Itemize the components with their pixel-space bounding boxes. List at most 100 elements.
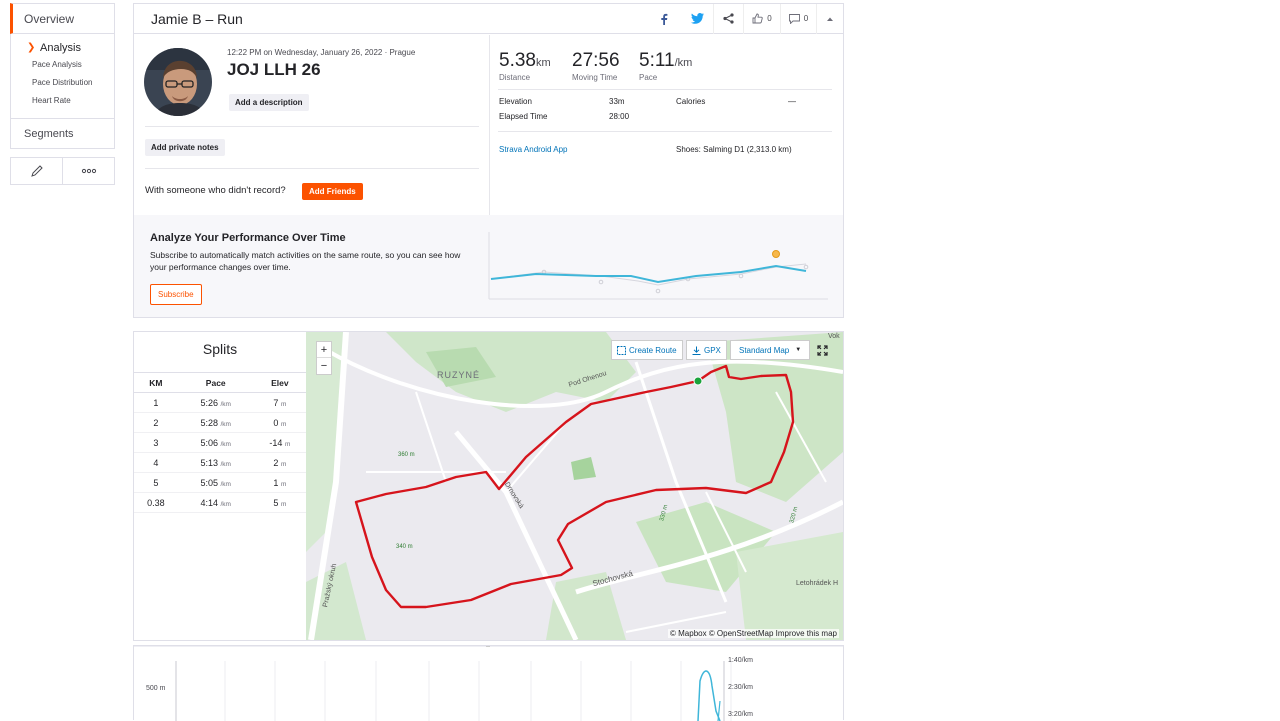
create-route-button[interactable]: Create Route bbox=[611, 340, 683, 360]
split-km: 5 bbox=[134, 472, 178, 493]
performance-text: Subscribe to automatically match activit… bbox=[150, 250, 461, 272]
add-friends-button[interactable]: Add Friends bbox=[302, 183, 363, 200]
add-private-notes-button[interactable]: Add private notes bbox=[145, 139, 225, 156]
table-row: 5 5:05 /km 1 m bbox=[134, 472, 306, 493]
split-pace-value: 5:05 bbox=[200, 477, 218, 488]
chevron-up-icon bbox=[827, 17, 833, 21]
activity-name: JOJ LLH 26 bbox=[227, 60, 321, 79]
stat-moving-time: 27:56 Moving Time bbox=[572, 50, 620, 82]
comment-count: 0 bbox=[803, 14, 809, 23]
divider bbox=[145, 126, 479, 127]
kudos-button[interactable]: 0 bbox=[743, 3, 780, 34]
avatar[interactable] bbox=[144, 48, 212, 116]
split-km: 2 bbox=[134, 412, 178, 433]
kudos-count: 0 bbox=[767, 14, 772, 23]
pace-unit: /km bbox=[674, 57, 693, 69]
sidebar-actions bbox=[10, 157, 115, 185]
facebook-icon bbox=[661, 13, 668, 25]
zoom-out-button[interactable]: − bbox=[317, 358, 331, 374]
edit-button[interactable] bbox=[11, 158, 62, 184]
split-pace-unit: /km bbox=[220, 440, 231, 448]
facebook-share-button[interactable] bbox=[647, 4, 681, 34]
twitter-icon bbox=[690, 13, 704, 24]
table-row: 0.38 4:14 /km 5 m bbox=[134, 492, 306, 513]
share-button[interactable] bbox=[713, 3, 743, 34]
moving-time-value: 27:56 bbox=[572, 50, 620, 71]
splits-table: KM Pace Elev 1 5:26 /km 7 m 2 5:28 /km 0… bbox=[134, 372, 306, 513]
performance-title: Analyze Your Performance Over Time bbox=[150, 232, 346, 244]
split-elev-value: 5 bbox=[273, 497, 279, 508]
split-pace: 5:28 /km bbox=[177, 412, 254, 433]
elapsed-time-label: Elapsed Time bbox=[499, 112, 548, 121]
sidebar: Overview ❯ Analysis Pace Analysis Pace D… bbox=[10, 3, 115, 185]
subscribe-button[interactable]: Subscribe bbox=[150, 284, 202, 305]
shoes-info: Shoes: Salming D1 (2,313.0 km) bbox=[676, 145, 792, 154]
split-pace-unit: /km bbox=[220, 460, 231, 468]
split-elev-value: 7 bbox=[273, 397, 279, 408]
more-actions-button[interactable] bbox=[62, 158, 114, 184]
sidebar-item-pace-distribution[interactable]: Pace Distribution bbox=[11, 74, 114, 92]
vertical-divider bbox=[489, 35, 490, 216]
chevron-down-icon: ▼ bbox=[795, 347, 802, 353]
splits-panel: Splits KM Pace Elev 1 5:26 /km 7 m 2 5:2… bbox=[134, 332, 306, 640]
distance-unit: km bbox=[535, 57, 551, 69]
twitter-share-button[interactable] bbox=[681, 4, 713, 34]
split-pace-value: 5:06 bbox=[200, 437, 218, 448]
map-label-letohradek: Letohrádek H bbox=[796, 580, 839, 587]
split-elev: 2 m bbox=[253, 452, 306, 473]
zoom-in-button[interactable]: + bbox=[317, 342, 331, 358]
sidebar-item-segments[interactable]: Segments bbox=[10, 119, 115, 149]
map-canvas[interactable] bbox=[306, 332, 843, 640]
split-elev: 5 m bbox=[253, 492, 306, 513]
gpx-label: GPX bbox=[704, 345, 721, 355]
split-elev-unit: m bbox=[280, 400, 287, 408]
elevation-value: 33m bbox=[609, 97, 625, 106]
performance-trend-chart bbox=[488, 232, 828, 300]
add-description-button[interactable]: Add a description bbox=[229, 94, 309, 111]
sidebar-item-pace-analysis[interactable]: Pace Analysis bbox=[11, 56, 114, 74]
divider bbox=[498, 131, 832, 132]
comment-button[interactable]: 0 bbox=[780, 3, 816, 34]
chevron-right-icon: ❯ bbox=[27, 42, 36, 53]
sidebar-item-heart-rate[interactable]: Heart Rate bbox=[11, 92, 114, 110]
activity-datetime: 12:22 PM on Wednesday, January 26, 2022 … bbox=[227, 48, 416, 57]
column-header-elev: Elev bbox=[253, 372, 306, 393]
zoom-controls: + − bbox=[316, 341, 332, 375]
route-map[interactable]: + − Create Route GPX Standard Map ▼ RUZY… bbox=[306, 332, 843, 640]
split-elev: 0 m bbox=[253, 412, 306, 433]
split-elev-unit: m bbox=[280, 500, 287, 508]
divider bbox=[145, 168, 479, 169]
split-elev-value: -14 bbox=[269, 437, 283, 448]
sidebar-item-analysis[interactable]: ❯ Analysis bbox=[11, 40, 114, 56]
table-row: 2 5:28 /km 0 m bbox=[134, 412, 306, 433]
elevation-label: Elevation bbox=[499, 97, 532, 106]
gpx-download-button[interactable]: GPX bbox=[686, 340, 727, 360]
map-label-elevation: 360 m bbox=[398, 452, 415, 458]
device-link[interactable]: Strava Android App bbox=[499, 145, 568, 154]
stat-pace: 5:11/km Pace bbox=[639, 50, 692, 82]
split-elev: -14 m bbox=[253, 432, 306, 453]
split-elev-value: 2 bbox=[273, 457, 279, 468]
split-pace-value: 4:14 bbox=[200, 497, 218, 508]
calories-label: Calories bbox=[676, 97, 706, 106]
splits-header-row: KM Pace Elev bbox=[134, 372, 306, 393]
split-pace-value: 5:28 bbox=[200, 417, 218, 428]
split-elev: 1 m bbox=[253, 472, 306, 493]
map-attribution[interactable]: © Mapbox © OpenStreetMap Improve this ma… bbox=[668, 629, 839, 638]
split-pace-unit: /km bbox=[220, 480, 231, 488]
collapse-button[interactable] bbox=[816, 3, 843, 34]
activity-card: Jamie B – Run 0 0 12:22 PM on Wednesday,… bbox=[133, 3, 844, 318]
map-style-select[interactable]: Standard Map ▼ bbox=[730, 340, 811, 360]
elevation-chart: 500 m 1:40/km 2:30/km 3:20/km bbox=[133, 645, 844, 721]
moving-time-label: Moving Time bbox=[572, 73, 618, 82]
sidebar-item-overview[interactable]: Overview bbox=[10, 3, 115, 34]
fullscreen-button[interactable] bbox=[812, 340, 832, 360]
split-elev-unit: m bbox=[280, 460, 287, 468]
split-pace-unit: /km bbox=[220, 400, 231, 408]
split-km: 3 bbox=[134, 432, 178, 453]
thumbs-up-icon bbox=[752, 13, 763, 24]
split-pace: 5:05 /km bbox=[177, 472, 254, 493]
pace-axis-tick: 3:20/km bbox=[728, 711, 753, 718]
split-pace: 5:26 /km bbox=[177, 392, 254, 413]
split-elev-unit: m bbox=[280, 480, 287, 488]
